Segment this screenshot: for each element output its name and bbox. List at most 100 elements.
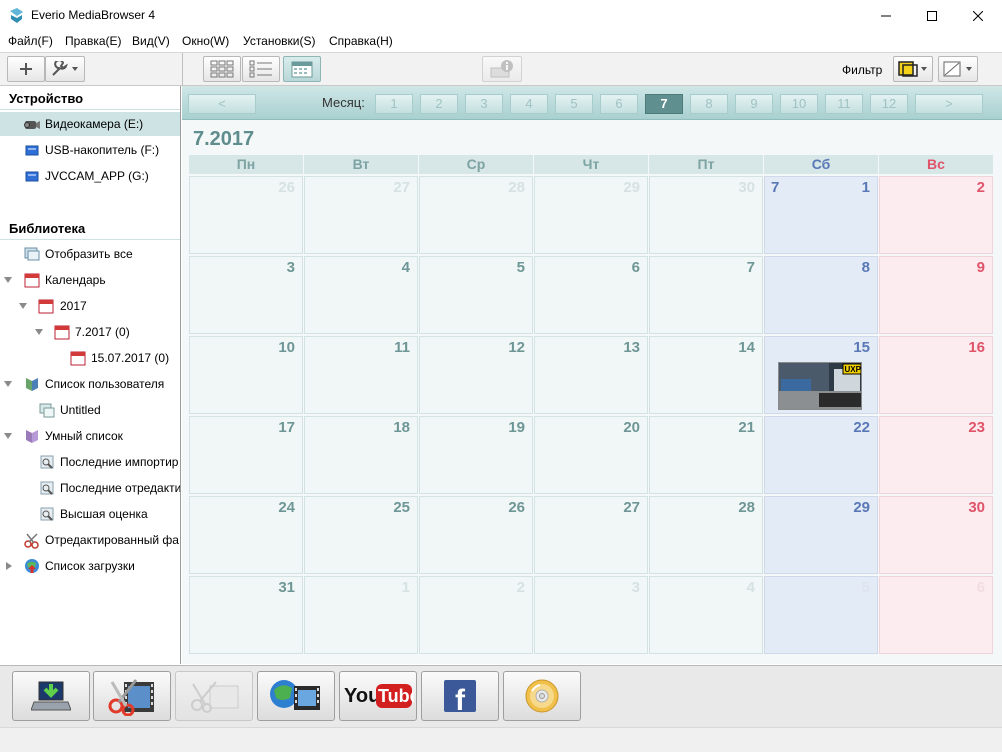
calendar-day-cell[interactable]: 27 — [534, 496, 648, 574]
calendar-day-cell-other-month[interactable]: 28 — [419, 176, 533, 254]
trim-button[interactable] — [175, 671, 253, 721]
calendar-day-cell[interactable]: 25 — [304, 496, 418, 574]
sidebar-item-upload-list[interactable]: Список загрузки — [0, 554, 180, 578]
menu-view[interactable]: Вид(V) — [132, 34, 170, 48]
view-calendar-button[interactable] — [283, 56, 321, 82]
month-button-10[interactable]: 10 — [780, 94, 818, 114]
calendar-day-cell[interactable]: 18 — [304, 416, 418, 494]
calendar-day-cell[interactable]: 28 — [649, 496, 763, 574]
sidebar-item-month-7-2017[interactable]: 7.2017 (0) — [0, 320, 180, 344]
add-button[interactable] — [7, 56, 45, 82]
calendar-day-cell[interactable]: 71 — [764, 176, 878, 254]
calendar-day-cell[interactable]: 23 — [879, 416, 993, 494]
calendar-day-cell-other-month[interactable]: 6 — [879, 576, 993, 654]
sidebar-item-show-all[interactable]: Отобразить все — [0, 242, 180, 266]
calendar-day-cell[interactable]: 30 — [879, 496, 993, 574]
month-button-2[interactable]: 2 — [420, 94, 458, 114]
info-button[interactable] — [482, 56, 522, 82]
sidebar-item-untitled[interactable]: Untitled — [0, 398, 180, 422]
calendar-day-cell[interactable]: 31 — [189, 576, 303, 654]
sidebar-item-calendar[interactable]: Календарь — [0, 268, 180, 292]
video-thumbnail[interactable]: UXP — [778, 362, 862, 410]
month-button-5[interactable]: 5 — [555, 94, 593, 114]
calendar-day-cell[interactable]: 24 — [189, 496, 303, 574]
menu-window[interactable]: Окно(W) — [182, 34, 229, 48]
calendar-day-cell-other-month[interactable]: 1 — [304, 576, 418, 654]
month-button-12[interactable]: 12 — [870, 94, 908, 114]
menu-file[interactable]: Файл(F) — [8, 34, 53, 48]
calendar-day-cell[interactable]: 4 — [304, 256, 418, 334]
calendar-day-cell[interactable]: 6 — [534, 256, 648, 334]
expand-arrow-icon[interactable] — [4, 276, 13, 285]
month-button-11[interactable]: 11 — [825, 94, 863, 114]
calendar-day-cell[interactable]: 16 — [879, 336, 993, 414]
calendar-day-cell-other-month[interactable]: 29 — [534, 176, 648, 254]
calendar-day-cell[interactable]: 22 — [764, 416, 878, 494]
sidebar-item-edited-files[interactable]: Отредактированный фа — [0, 528, 180, 552]
prev-month-button[interactable]: < — [188, 94, 256, 114]
month-button-6[interactable]: 6 — [600, 94, 638, 114]
expand-arrow-icon[interactable] — [19, 302, 28, 311]
month-button-4[interactable]: 4 — [510, 94, 548, 114]
calendar-day-cell[interactable]: 26 — [419, 496, 533, 574]
maximize-button[interactable] — [909, 0, 955, 31]
calendar-day-cell[interactable]: 14 — [649, 336, 763, 414]
calendar-day-cell[interactable]: 2 — [879, 176, 993, 254]
month-button-3[interactable]: 3 — [465, 94, 503, 114]
expand-arrow-icon[interactable] — [4, 432, 13, 441]
calendar-day-cell[interactable]: 8 — [764, 256, 878, 334]
sidebar-item-year-2017[interactable]: 2017 — [0, 294, 180, 318]
filter-rating-dropdown[interactable] — [938, 56, 978, 82]
view-thumbnails-button[interactable] — [203, 56, 241, 82]
calendar-day-cell[interactable]: 19 — [419, 416, 533, 494]
sidebar-item-jvccam-app[interactable]: JVCCAM_APP (G:) — [0, 164, 180, 188]
calendar-day-cell-other-month[interactable]: 5 — [764, 576, 878, 654]
calendar-day-cell[interactable]: 17 — [189, 416, 303, 494]
month-button-8[interactable]: 8 — [690, 94, 728, 114]
expand-arrow-icon[interactable] — [4, 380, 13, 389]
disc-burn-button[interactable] — [503, 671, 581, 721]
youtube-button[interactable]: You Tube — [339, 671, 417, 721]
calendar-day-cell[interactable]: 21 — [649, 416, 763, 494]
menu-help[interactable]: Справка(H) — [329, 34, 393, 48]
calendar-day-cell-other-month[interactable]: 4 — [649, 576, 763, 654]
import-button[interactable] — [12, 671, 90, 721]
next-month-button[interactable]: > — [915, 94, 983, 114]
tools-dropdown-button[interactable] — [45, 56, 85, 82]
sidebar-item-day-15-07-2017[interactable]: 15.07.2017 (0) — [0, 346, 180, 370]
calendar-day-cell-other-month[interactable]: 30 — [649, 176, 763, 254]
sidebar-item-user-list[interactable]: Список пользователя — [0, 372, 180, 396]
calendar-day-cell[interactable]: 29 — [764, 496, 878, 574]
menu-settings[interactable]: Установки(S) — [243, 34, 315, 48]
calendar-day-cell-other-month[interactable]: 26 — [189, 176, 303, 254]
calendar-day-cell[interactable]: 13 — [534, 336, 648, 414]
close-button[interactable] — [955, 0, 1001, 31]
calendar-day-cell[interactable]: 15 UXP — [764, 336, 878, 414]
month-button-7[interactable]: 7 — [645, 94, 683, 114]
web-upload-button[interactable] — [257, 671, 335, 721]
calendar-day-cell-other-month[interactable]: 27 — [304, 176, 418, 254]
calendar-day-cell-other-month[interactable]: 2 — [419, 576, 533, 654]
sidebar-item-smart-list[interactable]: Умный список — [0, 424, 180, 448]
calendar-day-cell[interactable]: 11 — [304, 336, 418, 414]
calendar-day-cell[interactable]: 9 — [879, 256, 993, 334]
calendar-day-cell[interactable]: 12 — [419, 336, 533, 414]
calendar-day-cell-other-month[interactable]: 3 — [534, 576, 648, 654]
expand-arrow-icon[interactable] — [35, 328, 44, 337]
sidebar-item-recently-edited[interactable]: Последние отредакти — [0, 476, 180, 500]
sidebar-item-top-rated[interactable]: Высшая оценка — [0, 502, 180, 526]
sidebar-item-usb-drive[interactable]: USB-накопитель (F:) — [0, 138, 180, 162]
menu-edit[interactable]: Правка(E) — [65, 34, 122, 48]
calendar-day-cell[interactable]: 7 — [649, 256, 763, 334]
edit-video-button[interactable] — [93, 671, 171, 721]
collapsed-arrow-icon[interactable] — [5, 562, 14, 571]
calendar-day-cell[interactable]: 5 — [419, 256, 533, 334]
facebook-button[interactable]: f — [421, 671, 499, 721]
month-button-1[interactable]: 1 — [375, 94, 413, 114]
calendar-day-cell[interactable]: 3 — [189, 256, 303, 334]
calendar-day-cell[interactable]: 10 — [189, 336, 303, 414]
filter-color-dropdown[interactable] — [893, 56, 933, 82]
calendar-day-cell[interactable]: 20 — [534, 416, 648, 494]
sidebar-item-recent-imports[interactable]: Последние импортир — [0, 450, 180, 474]
view-list-button[interactable] — [242, 56, 280, 82]
